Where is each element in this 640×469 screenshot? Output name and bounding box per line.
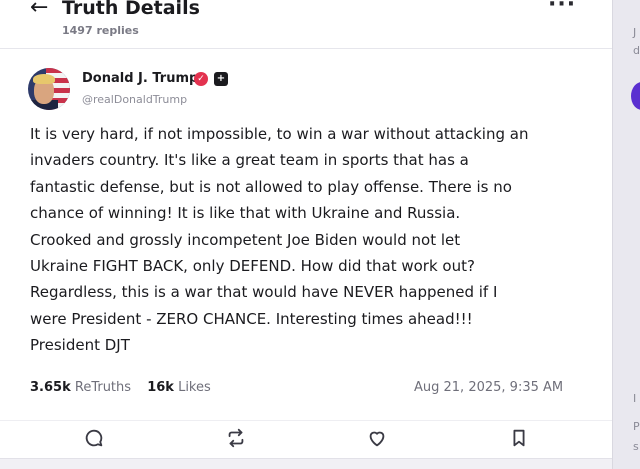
post-line: were President - ZERO CHANCE. Interestin… (30, 309, 473, 328)
post-line: Crooked and grossly incompetent Joe Bide… (30, 230, 461, 249)
back-button[interactable]: ← (30, 0, 48, 22)
author-handle[interactable]: @realDonaldTrump (82, 93, 187, 106)
partial-text: J (633, 26, 637, 39)
header-divider (0, 48, 612, 49)
bottom-bar (0, 458, 612, 469)
author-name[interactable]: Donald J. Trump (82, 71, 198, 87)
post-line: President DJT (30, 336, 130, 355)
action-bar (0, 420, 612, 455)
avatar[interactable] (28, 68, 70, 110)
reply-count: 1497 replies (62, 24, 139, 37)
likes-stat[interactable]: 16k Likes (147, 380, 211, 395)
retruths-count: 3.65k (30, 380, 71, 395)
repost-icon (228, 428, 244, 448)
post-line: Regardless, this is a war that would hav… (30, 283, 498, 302)
reply-button[interactable] (83, 427, 105, 449)
more-options-button[interactable]: ··· (548, 0, 576, 17)
likes-count: 16k (147, 380, 174, 395)
like-button[interactable] (366, 427, 388, 449)
avatar-hair (33, 74, 55, 84)
partial-text: s (633, 440, 639, 453)
truth-details-screen: ← Truth Details 1497 replies ··· Donald … (0, 0, 612, 469)
top-bar: ← Truth Details 1497 replies ··· (0, 0, 612, 44)
bookmark-icon (513, 429, 525, 447)
retruths-label: ReTruths (74, 380, 132, 395)
post-line: Ukraine FIGHT BACK, only DEFEND. How did… (30, 257, 475, 276)
arrow-left-icon: ← (30, 0, 49, 20)
post-line: fantastic defense, but is not allowed to… (30, 177, 512, 196)
comment-icon (85, 429, 103, 447)
adjacent-panel-edge: J d I P s (612, 0, 640, 469)
partial-avatar (631, 82, 640, 110)
post-line: chance of winning! It is like that with … (30, 204, 461, 223)
plus-badge-icon: + (214, 72, 228, 86)
post-line: invaders country. It's like a great team… (30, 151, 469, 170)
heart-icon (369, 431, 385, 447)
page-title: Truth Details (62, 0, 200, 19)
verified-check-icon: ✓ (194, 72, 208, 86)
partial-text: P (633, 420, 640, 433)
post-stats: 3.65k ReTruths 16k Likes (30, 380, 211, 395)
post-text: It is very hard, if not impossible, to w… (30, 121, 590, 359)
partial-text: d (633, 44, 640, 57)
bookmark-button[interactable] (508, 427, 530, 449)
partial-text: I (633, 392, 637, 405)
ellipsis-icon: ··· (548, 0, 577, 17)
retruth-button[interactable] (225, 427, 247, 449)
post-line: It is very hard, if not impossible, to w… (30, 125, 529, 143)
post-timestamp: Aug 21, 2025, 9:35 AM (414, 380, 564, 395)
retruths-stat[interactable]: 3.65k ReTruths (30, 380, 135, 395)
likes-label: Likes (178, 380, 211, 395)
